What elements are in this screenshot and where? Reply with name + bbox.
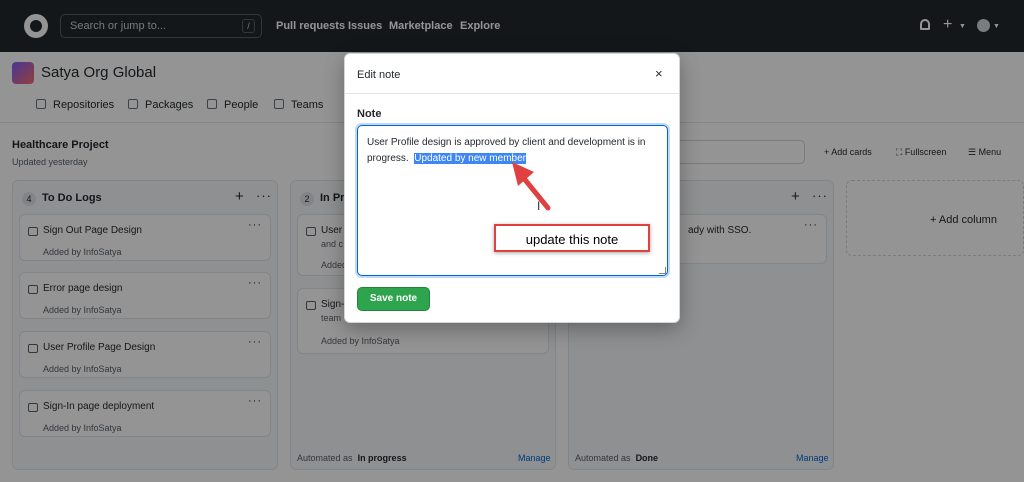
close-icon[interactable]: × bbox=[655, 66, 663, 81]
text-cursor-icon: I bbox=[537, 199, 541, 213]
annotation-arrow bbox=[512, 162, 551, 211]
note-label: Note bbox=[357, 108, 382, 120]
annotation-callout: update this note bbox=[494, 224, 650, 252]
dialog-header: Edit note × bbox=[345, 54, 679, 94]
dialog-title: Edit note bbox=[357, 69, 401, 81]
save-note-button[interactable]: Save note bbox=[357, 287, 430, 311]
resize-handle[interactable] bbox=[659, 267, 666, 274]
annotation-text: update this note bbox=[525, 232, 619, 247]
